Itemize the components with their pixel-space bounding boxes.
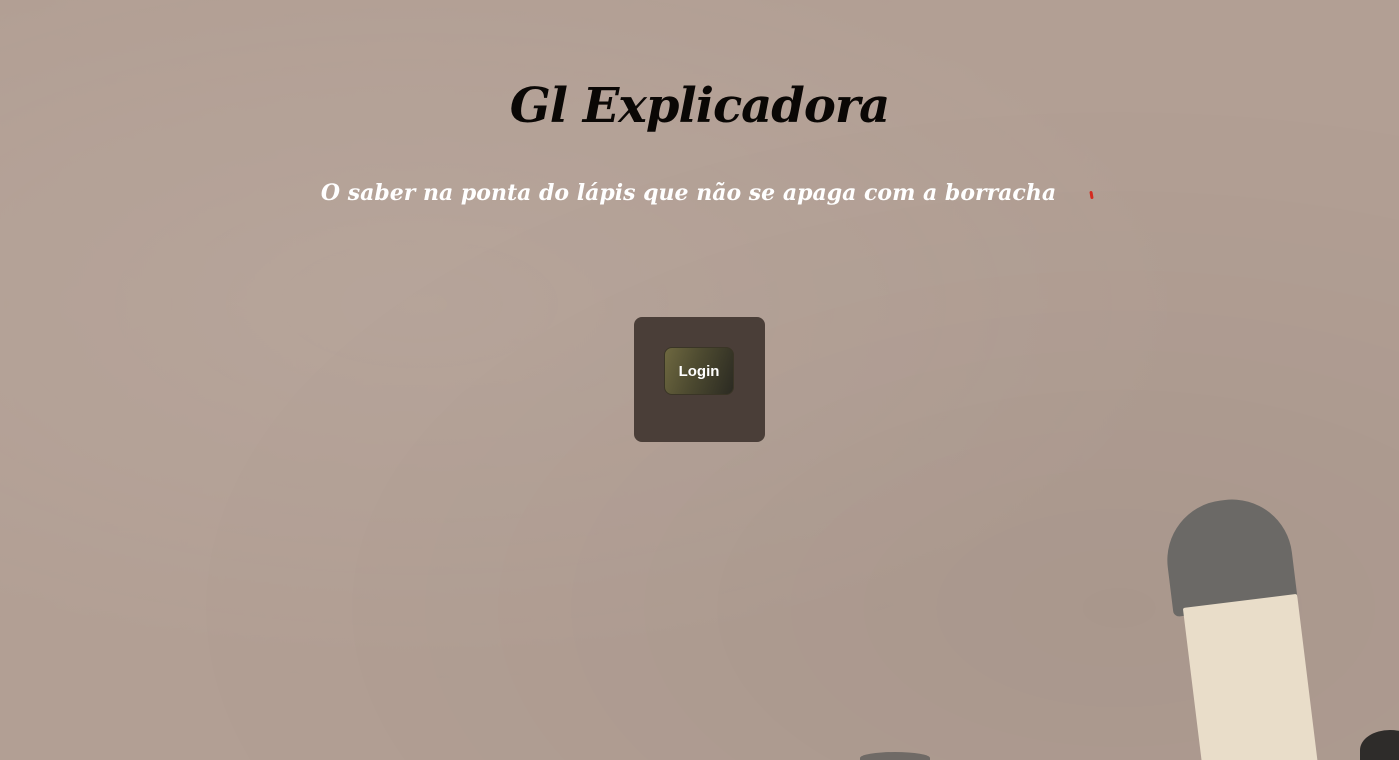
background-decoration [860,752,930,760]
subtitle-text: O saber na ponta do lápis que não se apa… [320,180,1057,206]
pencil-eraser-image [1151,491,1334,760]
page-title: Gl Explicadora [509,78,890,134]
page-subtitle: O saber na ponta do lápis que não se apa… [0,180,1399,206]
login-button[interactable]: Login [664,347,734,395]
background-decoration-corner [1360,730,1399,760]
login-card: Login [634,317,765,442]
pencil-body [1182,593,1321,760]
